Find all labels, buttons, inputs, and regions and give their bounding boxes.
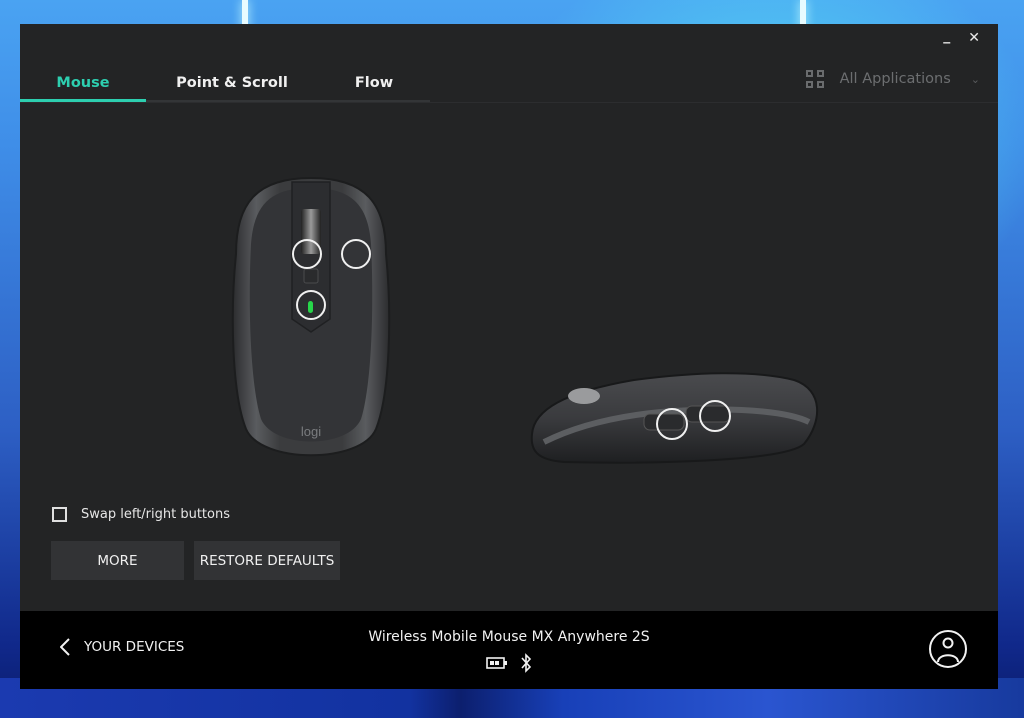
back-button: [643, 413, 685, 431]
gesture-button: [303, 268, 319, 284]
device-name: Wireless Mobile Mouse MX Anywhere 2S: [368, 629, 650, 645]
bluetooth-icon: [521, 653, 532, 673]
scroll-wheel: [301, 209, 321, 254]
swap-buttons-checkbox[interactable]: [52, 507, 67, 522]
more-button[interactable]: MORE: [51, 541, 184, 580]
header-divider: [20, 102, 998, 103]
tab-mouse[interactable]: Mouse: [20, 64, 146, 102]
close-button[interactable]: ✕: [968, 30, 980, 46]
minimize-button[interactable]: _: [943, 29, 950, 46]
swap-buttons-label: Swap left/right buttons: [81, 507, 230, 522]
swap-buttons-option[interactable]: Swap left/right buttons: [52, 507, 230, 522]
forward-button: [685, 405, 731, 423]
restore-defaults-button[interactable]: RESTORE DEFAULTS: [194, 541, 340, 580]
grid-icon: [805, 70, 824, 88]
tab-bar: Mouse Point & Scroll Flow: [20, 64, 430, 102]
tab-flow[interactable]: Flow: [318, 64, 430, 102]
chevron-down-icon: ⌄: [970, 72, 980, 86]
mouse-side-view: [530, 372, 818, 464]
footer-bar: YOUR DEVICES Wireless Mobile Mouse MX An…: [20, 611, 998, 689]
application-selector[interactable]: All Applications ⌄: [805, 70, 980, 88]
tab-point-scroll[interactable]: Point & Scroll: [146, 64, 318, 102]
logitech-options-window: _ ✕ Mouse Point & Scroll Flow All Applic…: [20, 24, 998, 689]
side-scroll-wheel: [568, 388, 600, 404]
mouse-top-view: logi: [231, 176, 391, 457]
battery-icon: [486, 657, 507, 669]
device-status: [20, 653, 998, 673]
status-led: [308, 301, 313, 313]
window-controls: _ ✕: [943, 29, 980, 46]
account-button[interactable]: [928, 629, 968, 673]
application-selector-label: All Applications: [839, 71, 951, 87]
user-icon: [929, 630, 967, 668]
logi-logo: logi: [301, 424, 321, 439]
